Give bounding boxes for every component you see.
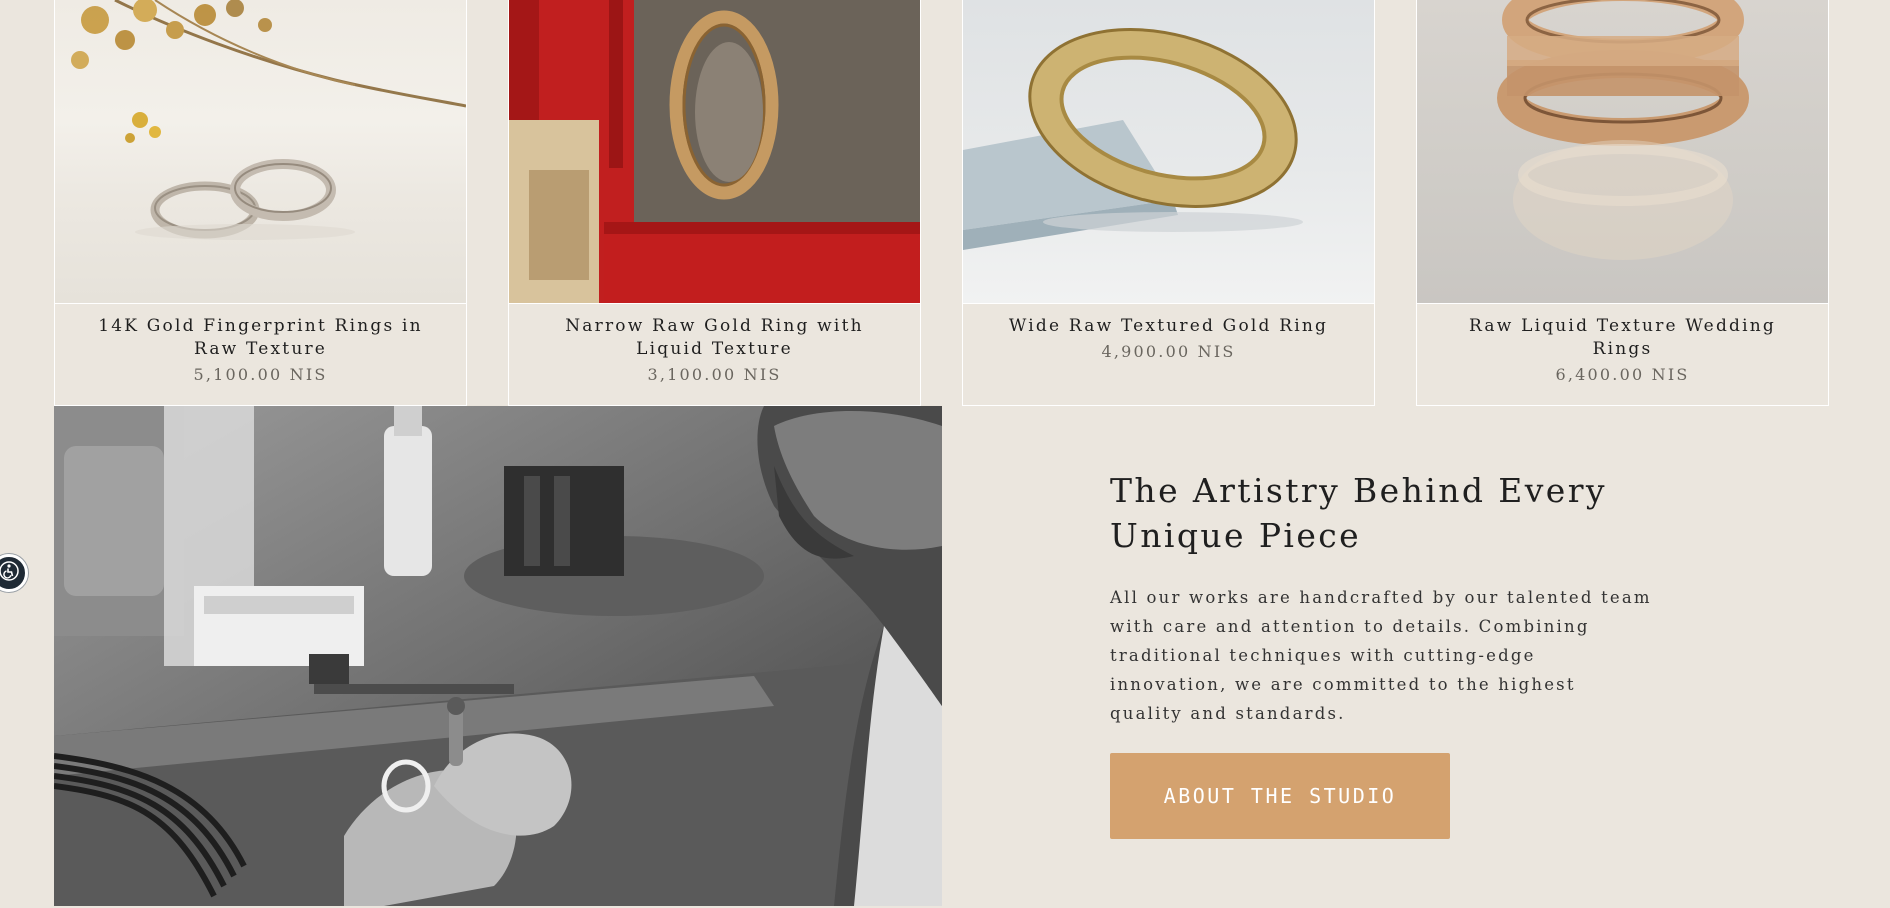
product-image[interactable] xyxy=(963,0,1374,304)
studio-photo xyxy=(54,406,942,906)
product-title[interactable]: Raw Liquid Texture Wedding Rings xyxy=(1447,315,1798,361)
product-card[interactable]: Wide Raw Textured Gold Ring 4,900.00 NIS xyxy=(962,0,1375,406)
product-title[interactable]: 14K Gold Fingerprint Rings in Raw Textur… xyxy=(85,315,436,361)
about-description: All our works are handcrafted by our tal… xyxy=(1110,588,1652,723)
about-section: The Artistry Behind Every Unique Piece A… xyxy=(1110,468,1670,839)
product-card[interactable]: 14K Gold Fingerprint Rings in Raw Textur… xyxy=(54,0,467,406)
about-the-studio-button[interactable]: ABOUT THE STUDIO xyxy=(1110,753,1450,839)
product-title[interactable]: Wide Raw Textured Gold Ring xyxy=(993,315,1344,338)
product-price: 6,400.00 NIS xyxy=(1555,365,1690,384)
product-price: 3,100.00 NIS xyxy=(647,365,782,384)
product-title[interactable]: Narrow Raw Gold Ring with Liquid Texture xyxy=(539,315,890,361)
product-image[interactable] xyxy=(509,0,920,304)
product-grid: 14K Gold Fingerprint Rings in Raw Textur… xyxy=(54,0,1830,406)
about-heading: The Artistry Behind Every Unique Piece xyxy=(1110,471,1607,555)
accessibility-button[interactable] xyxy=(0,554,28,592)
product-image[interactable] xyxy=(55,0,466,304)
product-price: 4,900.00 NIS xyxy=(1101,342,1236,361)
product-card[interactable]: Raw Liquid Texture Wedding Rings 6,400.0… xyxy=(1416,0,1829,406)
accessibility-icon xyxy=(0,561,19,585)
product-card[interactable]: Narrow Raw Gold Ring with Liquid Texture… xyxy=(508,0,921,406)
product-price: 5,100.00 NIS xyxy=(193,365,328,384)
product-image[interactable] xyxy=(1417,0,1828,304)
